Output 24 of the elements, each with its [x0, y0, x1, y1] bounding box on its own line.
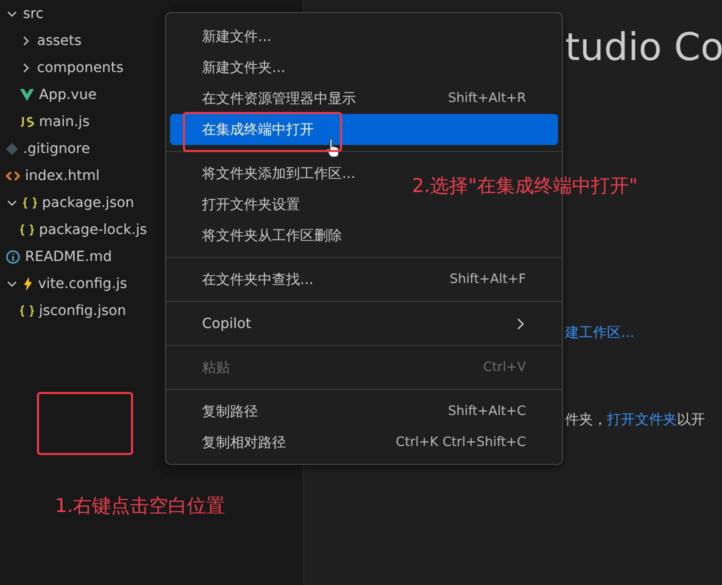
hand-cursor-icon — [326, 138, 340, 158]
braces-icon — [23, 196, 37, 208]
vue-icon — [20, 88, 34, 100]
diamond-icon — [6, 142, 18, 154]
info-icon — [6, 250, 20, 264]
menu-item[interactable]: 复制相对路径 Ctrl+K Ctrl+Shift+C — [170, 427, 558, 458]
open-folder-link[interactable]: 打开文件夹 — [607, 411, 677, 429]
menu-item[interactable]: 复制路径 Shift+Alt+C — [170, 396, 558, 427]
annotation-text: 1.右键点击空白位置 — [55, 494, 226, 519]
editor-text: 以开 — [677, 411, 705, 429]
code-icon — [6, 170, 20, 180]
menu-item[interactable]: 打开文件夹设置 — [170, 189, 332, 220]
annotation-text: 2.选择"在集成终端中打开" — [412, 174, 638, 199]
js-icon — [20, 116, 34, 126]
menu-item[interactable]: Copilot — [170, 308, 558, 339]
welcome-title: tudio Co — [565, 25, 722, 69]
menu-item[interactable]: 新建文件夹... — [170, 52, 318, 83]
workspace-link[interactable]: 建工作区... — [565, 324, 634, 342]
bolt-icon — [23, 276, 33, 290]
editor-text: 件夹， — [565, 411, 607, 429]
braces-icon — [20, 224, 34, 236]
menu-item[interactable]: 在集成终端中打开 — [170, 114, 558, 145]
braces-icon — [20, 304, 34, 316]
menu-item[interactable]: 在文件资源管理器中显示 Shift+Alt+R — [170, 83, 558, 114]
